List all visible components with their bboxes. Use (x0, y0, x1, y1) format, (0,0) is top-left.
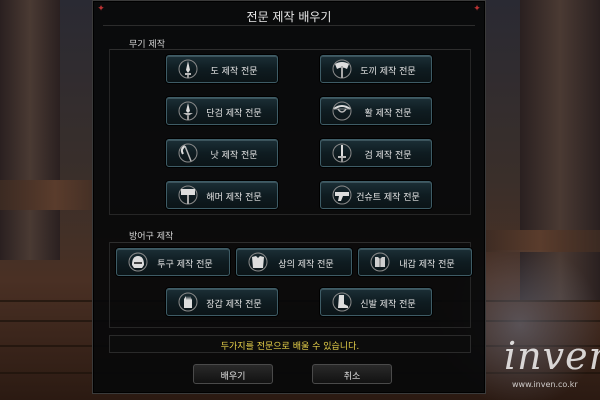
site-watermark: inven www.inven.co.kr (498, 334, 600, 400)
button-label: 검 제작 전문 (364, 151, 412, 161)
button-label: 신발 제작 전문 (360, 300, 416, 310)
info-message-box: 두가지를 전문으로 배울 수 있습니다. (109, 335, 471, 353)
watermark-url: www.inven.co.kr (512, 380, 578, 389)
button-label: 낫 제작 전문 (210, 151, 258, 161)
window-title: 전문 제작 배우기 (246, 10, 332, 24)
blade-craft-button[interactable]: 검 제작 전문 (320, 139, 432, 167)
cancel-button-label: 취소 (343, 372, 361, 382)
button-label: 도끼 제작 전문 (360, 67, 416, 77)
button-label: 건슈트 제작 전문 (356, 193, 420, 203)
button-label: 내갑 제작 전문 (399, 260, 455, 270)
button-label: 해머 제작 전문 (206, 193, 262, 203)
learn-button-label: 배우기 (220, 372, 246, 382)
button-label: 상의 제작 전문 (278, 260, 334, 270)
dagger-craft-button[interactable]: 단검 제작 전문 (166, 97, 278, 125)
learn-button[interactable]: 배우기 (193, 364, 273, 384)
button-label: 투구 제작 전문 (157, 260, 213, 270)
armor-section-label: 방어구 제작 (129, 232, 174, 242)
gunsuit-craft-button[interactable]: 건슈트 제작 전문 (320, 181, 432, 209)
boots-craft-button[interactable]: 신발 제작 전문 (320, 288, 432, 316)
button-label: 도 제작 전문 (210, 67, 258, 77)
helmet-craft-button[interactable]: 투구 제작 전문 (116, 248, 230, 276)
info-message: 두가지를 전문으로 배울 수 있습니다. (220, 342, 360, 352)
button-label: 단검 제작 전문 (206, 109, 262, 119)
scythe-craft-button[interactable]: 낫 제작 전문 (166, 139, 278, 167)
button-label: 장갑 제작 전문 (206, 300, 262, 310)
inner-armor-craft-button[interactable]: 내갑 제작 전문 (358, 248, 472, 276)
profession-learning-window: ✦ ✦ 전문 제작 배우기 무기 제작 도 제작 전문 도끼 제작 전문 단검 … (92, 0, 486, 394)
sword-craft-button[interactable]: 도 제작 전문 (166, 55, 278, 83)
title-divider (103, 25, 475, 26)
button-label: 활 제작 전문 (364, 109, 412, 119)
armor-section: 투구 제작 전문 상의 제작 전문 내갑 제작 전문 장갑 제작 전문 신발 제… (109, 242, 472, 328)
gloves-craft-button[interactable]: 장갑 제작 전문 (166, 288, 278, 316)
weapon-section: 도 제작 전문 도끼 제작 전문 단검 제작 전문 활 제작 전문 낫 제작 전… (109, 49, 471, 215)
bow-craft-button[interactable]: 활 제작 전문 (320, 97, 432, 125)
watermark-logo: inven (504, 334, 600, 378)
chest-armor-craft-button[interactable]: 상의 제작 전문 (236, 248, 352, 276)
cancel-button[interactable]: 취소 (312, 364, 392, 384)
axe-craft-button[interactable]: 도끼 제작 전문 (320, 55, 432, 83)
hammer-craft-button[interactable]: 해머 제작 전문 (166, 181, 278, 209)
